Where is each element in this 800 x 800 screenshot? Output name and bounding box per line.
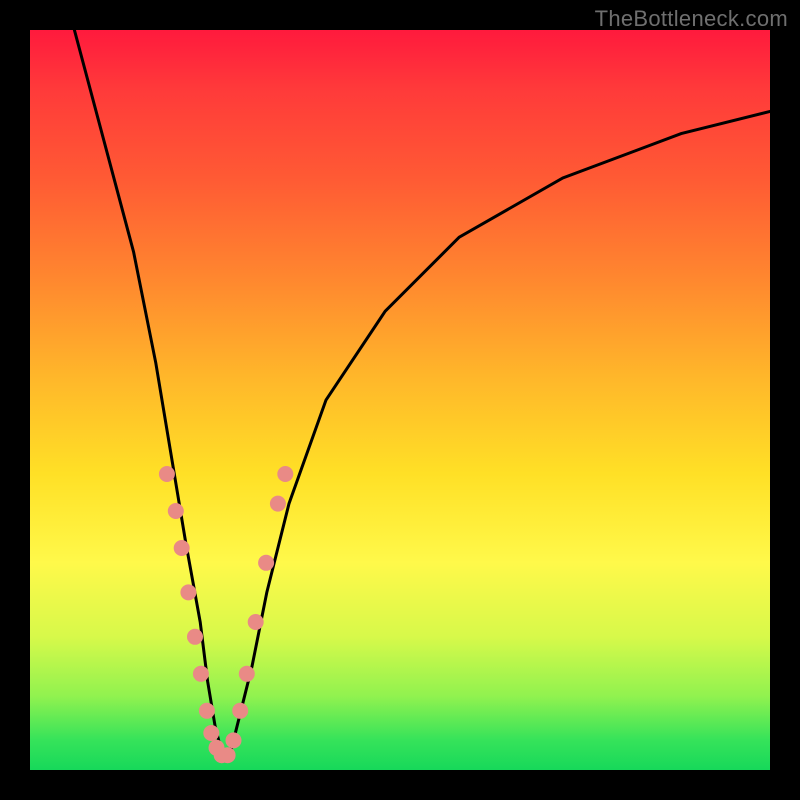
highlight-dot bbox=[203, 725, 219, 741]
watermark-text: TheBottleneck.com bbox=[595, 6, 788, 32]
highlight-dot bbox=[270, 496, 286, 512]
highlight-dot bbox=[248, 614, 264, 630]
highlight-dot bbox=[193, 666, 209, 682]
highlight-dot bbox=[199, 703, 215, 719]
highlight-dot bbox=[174, 540, 190, 556]
chart-frame: TheBottleneck.com bbox=[0, 0, 800, 800]
highlight-dot bbox=[187, 629, 203, 645]
highlight-dot bbox=[277, 466, 293, 482]
highlight-dot bbox=[239, 666, 255, 682]
bottleneck-curve bbox=[74, 30, 770, 755]
curve-layer bbox=[30, 30, 770, 770]
highlight-dot bbox=[220, 747, 236, 763]
highlight-dots-group bbox=[159, 466, 293, 763]
highlight-dot bbox=[180, 584, 196, 600]
highlight-dot bbox=[168, 503, 184, 519]
highlight-dot bbox=[232, 703, 248, 719]
highlight-dot bbox=[226, 732, 242, 748]
highlight-dot bbox=[258, 555, 274, 571]
plot-area bbox=[30, 30, 770, 770]
highlight-dot bbox=[159, 466, 175, 482]
